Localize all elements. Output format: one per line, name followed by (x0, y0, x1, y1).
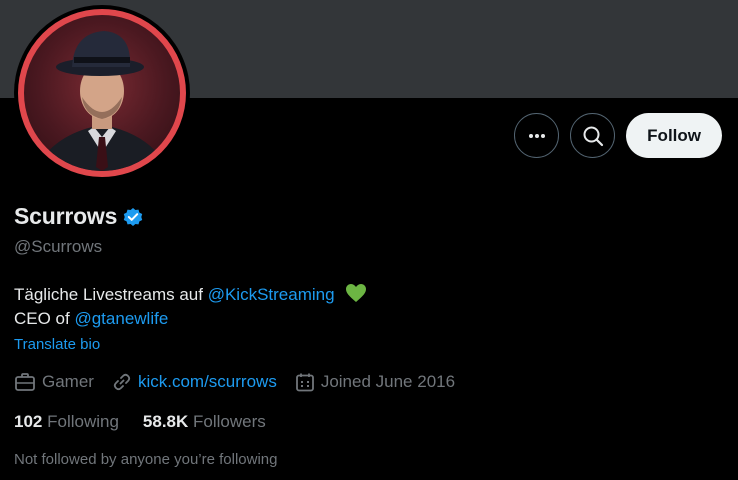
followers-label: Followers (193, 412, 266, 431)
profile-actions: Follow (514, 113, 722, 158)
avatar-image (18, 9, 186, 177)
meta-website: kick.com/scurrows (112, 372, 277, 392)
display-name: Scurrows (14, 203, 118, 229)
meta-joined: Joined June 2016 (295, 372, 455, 392)
joined-date: Joined June 2016 (320, 372, 456, 391)
briefcase-icon (15, 373, 35, 391)
bio-text: Tägliche Livestreams auf (14, 285, 208, 304)
profile-name-row: Scurrows (14, 203, 144, 230)
bio-text: CEO of (14, 309, 75, 328)
followers-count: 58.8K (142, 412, 189, 431)
avatar[interactable] (14, 5, 190, 181)
bio-line-1: Tägliche Livestreams auf @KickStreaming (14, 283, 367, 307)
avatar-portrait (34, 31, 170, 171)
profile-meta: Gamer kick.com/scurrows Joined June 2016 (14, 372, 473, 392)
follow-button[interactable]: Follow (626, 113, 722, 158)
calendar-icon (295, 373, 314, 392)
verified-badge-icon[interactable] (122, 206, 144, 228)
link-icon (113, 373, 131, 391)
more-horizontal-icon (528, 133, 545, 138)
mention-link[interactable]: @KickStreaming (208, 285, 335, 304)
bio-line-2: CEO of @gtanewlife (14, 307, 367, 331)
following-label: Following (47, 412, 119, 431)
search-button[interactable] (570, 113, 616, 158)
following-count: 102 (14, 412, 43, 431)
followed-by-text: Not followed by anyone you’re following (14, 451, 278, 468)
website-link[interactable]: kick.com/scurrows (138, 372, 277, 392)
green-heart-icon (346, 284, 367, 302)
meta-category: Gamer (14, 372, 94, 392)
translate-bio-link[interactable]: Translate bio (14, 336, 100, 353)
category-label: Gamer (42, 372, 94, 391)
mention-link[interactable]: @gtanewlife (74, 309, 168, 328)
more-options-button[interactable] (514, 113, 560, 158)
following-link[interactable]: 102 Following (14, 412, 119, 432)
profile-handle: @Scurrows (14, 237, 103, 256)
followers-link[interactable]: 58.8K Followers (143, 412, 266, 432)
profile-stats: 102 Following 58.8K Followers (14, 412, 290, 432)
search-icon (583, 126, 603, 146)
profile-bio: Tägliche Livestreams auf @KickStreaming … (14, 283, 367, 331)
